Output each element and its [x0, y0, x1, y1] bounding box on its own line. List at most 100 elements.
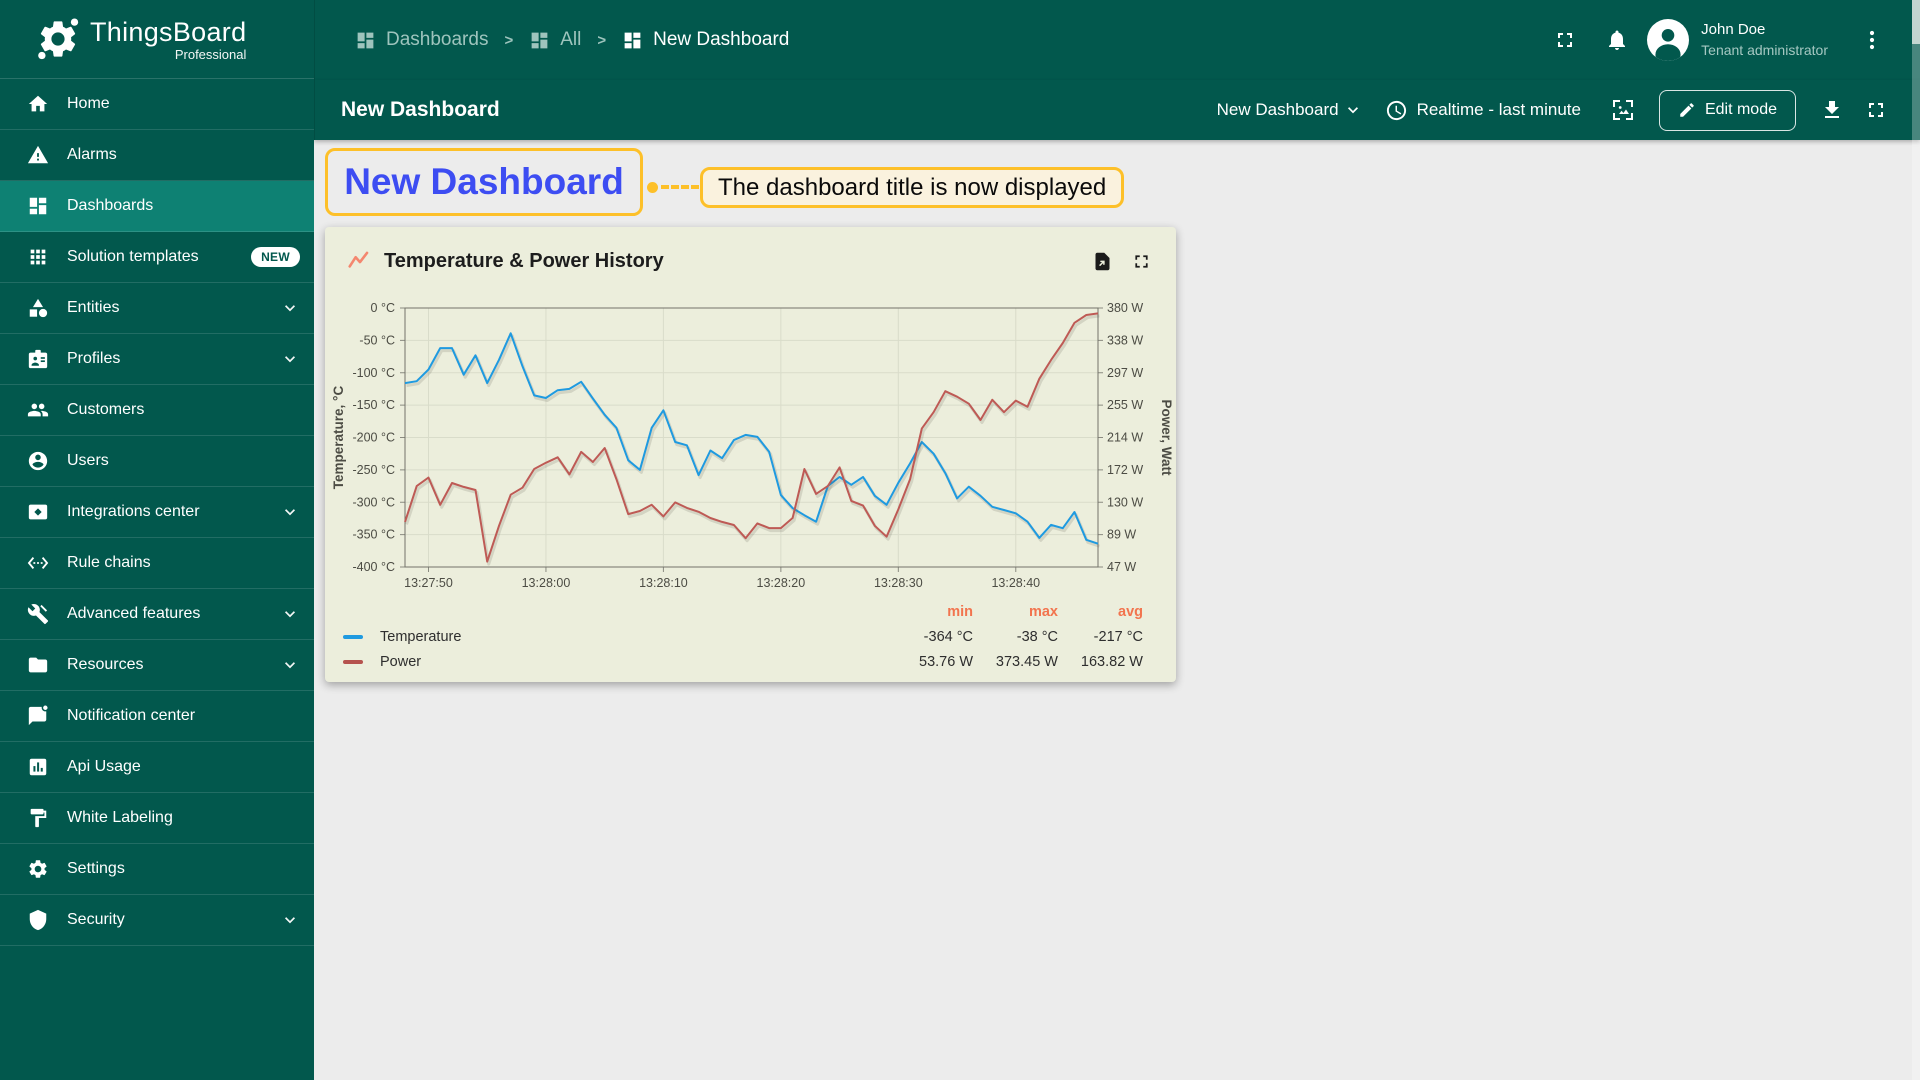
- annotation-connector-line: [661, 185, 699, 189]
- sidebar-item-label: Integrations center: [67, 503, 200, 520]
- sidebar-item-users[interactable]: Users: [0, 436, 314, 487]
- topbar-actions: John Doe Tenant administrator: [1543, 18, 1894, 62]
- user-role: Tenant administrator: [1701, 41, 1828, 58]
- svg-text:-150 °C: -150 °C: [352, 398, 395, 412]
- svg-text:13:28:40: 13:28:40: [991, 576, 1040, 589]
- svg-text:Power, Watt: Power, Watt: [1159, 399, 1174, 476]
- sidebar-item-entities[interactable]: Entities: [0, 283, 314, 334]
- folder-icon: [28, 657, 48, 673]
- temperature-avg-value: -217 °C: [1093, 628, 1143, 645]
- sidebar-item-label: Notification center: [67, 707, 196, 724]
- sidebar-nav: Home Alarms Dashboards Solution template…: [0, 79, 314, 946]
- widget-actions: [1074, 251, 1152, 272]
- logo-block[interactable]: ThingsBoard Professional: [0, 0, 314, 79]
- scrollbar-thumb[interactable]: [1912, 0, 1920, 44]
- sidebar-item-white-labeling[interactable]: White Labeling: [0, 793, 314, 844]
- category-icon: [29, 298, 48, 318]
- breadcrumb: Dashboards > All > New Dashboard: [355, 29, 789, 51]
- svg-text:89 W: 89 W: [1107, 528, 1136, 542]
- timeseries-chart[interactable]: 0 °C 380 W -50 °C 338 W -100 °C 297 W -150 °C 2…: [325, 287, 1176, 589]
- sidebar-item-api-usage[interactable]: Api Usage: [0, 742, 314, 793]
- sidebar-item-security[interactable]: Security: [0, 895, 314, 946]
- image-icon: [1612, 100, 1633, 120]
- sidebar-item-label: Alarms: [67, 146, 117, 163]
- fullscreen-button[interactable]: [1543, 18, 1587, 62]
- breadcrumb-all[interactable]: All: [529, 29, 581, 51]
- sidebar-item-label: Resources: [67, 656, 144, 673]
- breadcrumb-label: Dashboards: [386, 29, 489, 50]
- sidebar-item-settings[interactable]: Settings: [0, 844, 314, 895]
- svg-text:-300 °C: -300 °C: [352, 495, 395, 509]
- person-icon: [28, 451, 48, 471]
- user-name: John Doe: [1701, 21, 1766, 39]
- edit-mode-button[interactable]: Edit mode: [1658, 89, 1796, 131]
- brand-name: ThingsBoard: [90, 16, 247, 47]
- sidebar: ThingsBoard Professional Home Alarms Das…: [0, 0, 314, 1080]
- kebab-menu-icon: [1869, 30, 1875, 50]
- legend-row-temperature[interactable]: Temperature -364 °C -38 °C -217 °C: [343, 624, 1143, 649]
- power-max-value: 373.45 W: [995, 653, 1058, 670]
- svg-text:172 W: 172 W: [1107, 463, 1143, 477]
- sidebar-item-label: Profiles: [67, 350, 121, 367]
- apps-grid-icon: [30, 249, 46, 265]
- dashboard-image-button[interactable]: [1601, 88, 1645, 132]
- dashboard-fullscreen-button[interactable]: [1854, 88, 1898, 132]
- sidebar-item-label: Home: [67, 95, 110, 112]
- svg-text:0 °C: 0 °C: [371, 301, 395, 315]
- sidebar-item-label: Entities: [67, 299, 120, 316]
- chevron-down-icon: [285, 305, 295, 312]
- annotation-connector-dot: [647, 182, 658, 193]
- dashboard-title-text: New Dashboard: [344, 161, 624, 202]
- power-min-value: 53.76 W: [919, 653, 973, 670]
- breadcrumb-new-dashboard[interactable]: New Dashboard: [622, 29, 789, 51]
- dashboards-icon: [29, 197, 47, 215]
- dashboard-title-highlight: New Dashboard: [325, 148, 643, 216]
- sidebar-item-rule-chains[interactable]: Rule chains: [0, 538, 314, 589]
- sidebar-item-label: Settings: [67, 860, 125, 877]
- sidebar-item-label: Security: [67, 911, 125, 928]
- edit-mode-label: Edit mode: [1704, 101, 1777, 118]
- export-widget-data-icon[interactable]: [1092, 251, 1113, 272]
- avatar[interactable]: [1647, 19, 1690, 61]
- user-info[interactable]: John Doe Tenant administrator: [1701, 20, 1828, 59]
- sidebar-item-integrations-center[interactable]: Integrations center: [0, 487, 314, 538]
- page-title: New Dashboard: [341, 98, 500, 121]
- temperature-swatch: [343, 634, 363, 639]
- widget-fullscreen-icon[interactable]: [1131, 251, 1152, 272]
- brand-edition: Professional: [174, 46, 247, 62]
- more-menu-button[interactable]: [1850, 18, 1894, 62]
- svg-text:13:28:20: 13:28:20: [757, 576, 806, 589]
- dashboard-icon: [531, 32, 548, 48]
- sidebar-item-alarms[interactable]: Alarms: [0, 130, 314, 181]
- legend-row-power[interactable]: Power 53.76 W 373.45 W 163.82 W: [343, 649, 1143, 674]
- dashboard-state-selector[interactable]: New Dashboard: [1217, 100, 1363, 120]
- gear-icon: [29, 860, 47, 878]
- sidebar-item-home[interactable]: Home: [0, 79, 314, 130]
- legend-series-name: Power: [380, 653, 422, 670]
- notifications-button[interactable]: [1595, 18, 1639, 62]
- timeseries-widget: Temperature & Power History 0 °C 380 W -50…: [325, 227, 1176, 682]
- legend-series-name: Temperature: [380, 628, 462, 645]
- sidebar-item-notification-center[interactable]: Notification center: [0, 691, 314, 742]
- sidebar-item-resources[interactable]: Resources: [0, 640, 314, 691]
- sidebar-item-label: Advanced features: [67, 605, 201, 622]
- temperature-min-value: -364 °C: [923, 628, 973, 645]
- timewindow-button[interactable]: Realtime - last minute: [1385, 99, 1581, 122]
- sidebar-item-advanced-features[interactable]: Advanced features: [0, 589, 314, 640]
- sidebar-item-customers[interactable]: Customers: [0, 385, 314, 436]
- legend-header-row: min max avg: [343, 599, 1143, 624]
- breadcrumb-dashboards[interactable]: Dashboards: [355, 29, 488, 51]
- sidebar-item-solution-templates[interactable]: Solution templates NEW: [0, 232, 314, 283]
- sidebar-item-dashboards[interactable]: Dashboards: [0, 181, 314, 232]
- top-bar: Dashboards > All > New Dashboard John Do…: [314, 0, 1920, 80]
- export-dashboard-button[interactable]: [1810, 88, 1854, 132]
- sidebar-item-label: Solution templates: [67, 248, 199, 265]
- scrollbar-track[interactable]: [1912, 0, 1920, 1080]
- download-icon: [1825, 101, 1839, 118]
- sidebar-item-profiles[interactable]: Profiles: [0, 334, 314, 385]
- breadcrumb-separator: >: [504, 31, 514, 49]
- bell-icon: [1609, 30, 1626, 50]
- sidebar-item-label: White Labeling: [67, 809, 173, 826]
- warning-icon: [27, 145, 49, 164]
- clock-icon: [1386, 100, 1406, 120]
